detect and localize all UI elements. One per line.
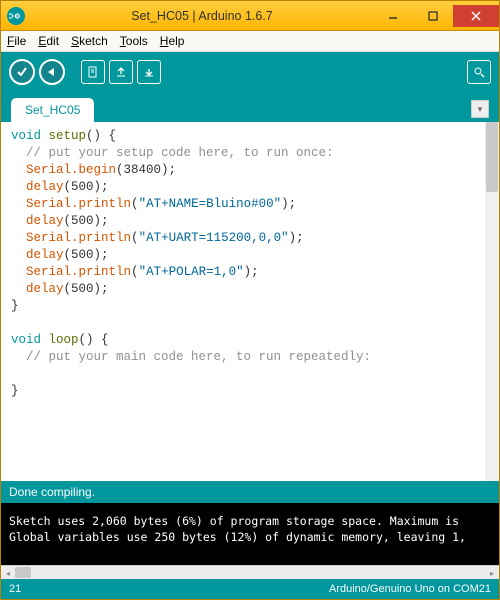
serial-monitor-button[interactable] — [467, 60, 491, 84]
upload-button[interactable] — [39, 59, 65, 85]
toolbar — [1, 52, 499, 92]
scrollbar-thumb[interactable] — [15, 567, 31, 578]
console-horizontal-scrollbar[interactable]: ◂ ▸ — [1, 565, 499, 579]
console-line: Sketch uses 2,060 bytes (6%) of program … — [9, 514, 466, 528]
menubar: File Edit Sketch Tools Help — [1, 31, 499, 52]
app-window: Set_HC05 | Arduino 1.6.7 File Edit Sketc… — [0, 0, 500, 600]
menu-help[interactable]: Help — [160, 34, 185, 48]
console-line: Global variables use 250 bytes (12%) of … — [9, 530, 466, 544]
compile-status-text: Done compiling. — [9, 485, 95, 499]
menu-sketch[interactable]: Sketch — [71, 34, 108, 48]
code-content[interactable]: void setup() { // put your setup code he… — [11, 128, 497, 400]
arduino-logo-icon — [7, 7, 25, 25]
editor-vertical-scrollbar[interactable] — [485, 122, 499, 481]
scrollbar-thumb[interactable] — [486, 122, 498, 192]
compile-status-bar: Done compiling. — [1, 481, 499, 503]
new-button[interactable] — [81, 60, 105, 84]
window-title: Set_HC05 | Arduino 1.6.7 — [31, 9, 373, 23]
open-button[interactable] — [109, 60, 133, 84]
close-button[interactable] — [453, 5, 499, 27]
maximize-button[interactable] — [413, 5, 453, 27]
save-button[interactable] — [137, 60, 161, 84]
tab-sketch[interactable]: Set_HC05 — [11, 98, 94, 122]
scroll-left-arrow-icon[interactable]: ◂ — [1, 566, 15, 580]
code-editor[interactable]: void setup() { // put your setup code he… — [1, 122, 499, 481]
tab-strip: Set_HC05 ▾ — [1, 92, 499, 122]
line-number: 21 — [9, 583, 21, 595]
board-port-label: Arduino/Genuino Uno on COM21 — [329, 583, 491, 595]
output-console[interactable]: Sketch uses 2,060 bytes (6%) of program … — [1, 503, 499, 565]
verify-button[interactable] — [9, 59, 35, 85]
tab-menu-dropdown[interactable]: ▾ — [471, 100, 489, 118]
titlebar[interactable]: Set_HC05 | Arduino 1.6.7 — [1, 1, 499, 31]
footer-status-bar: 21 Arduino/Genuino Uno on COM21 — [1, 579, 499, 599]
scroll-right-arrow-icon[interactable]: ▸ — [485, 566, 499, 580]
menu-edit[interactable]: Edit — [38, 34, 59, 48]
menu-file[interactable]: File — [7, 34, 26, 48]
menu-tools[interactable]: Tools — [120, 34, 148, 48]
minimize-button[interactable] — [373, 5, 413, 27]
